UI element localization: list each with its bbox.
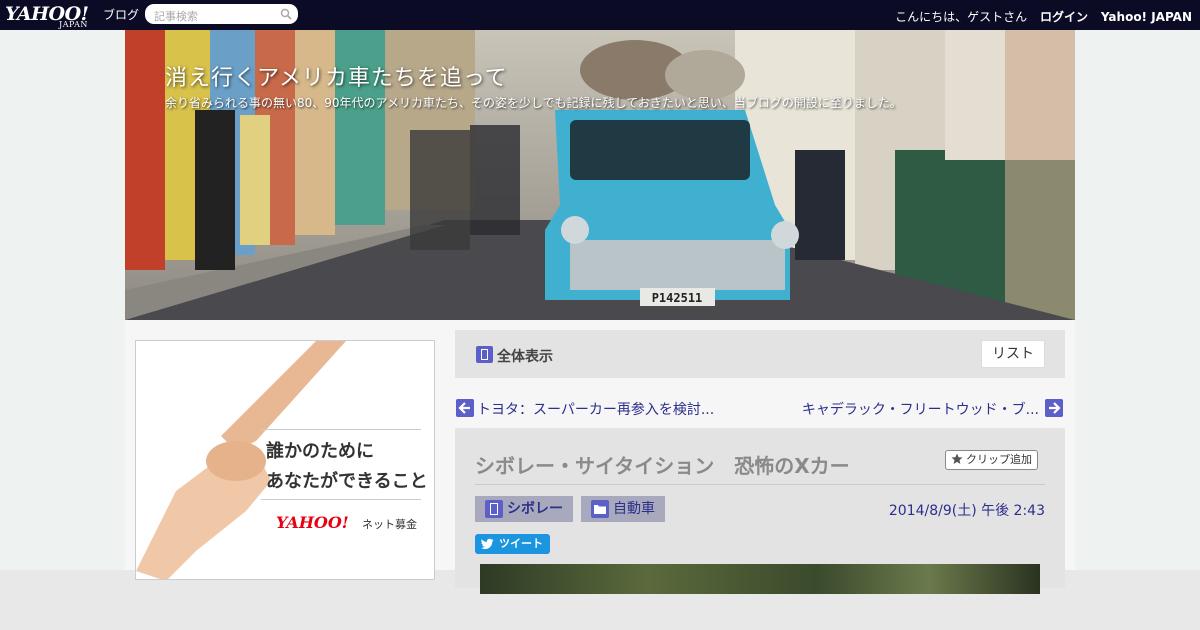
blog-description: 余り省みられる事の無い80、90年代のアメリカ車たち、その姿を少しでも記録に残し… [165, 96, 902, 110]
category-tag-label: 自動車 [613, 501, 655, 517]
divider [261, 499, 421, 500]
logo-blog-text: ブログ [103, 8, 140, 22]
book-icon [476, 346, 493, 363]
article-title[interactable]: シボレー・サイタイション 恐怖のXカー [475, 450, 850, 479]
clip-add-label: クリップ追加 [966, 453, 1032, 466]
tweet-button[interactable]: ツイート [475, 534, 550, 554]
search-icon[interactable] [280, 8, 292, 20]
top-navigation-bar: YAHOO! JAPAN ブログ 記事検索 こんにちは、ゲストさん ログイン Y… [0, 0, 1200, 30]
star-icon [951, 453, 963, 464]
category-tag-automobile[interactable]: 自動車 [581, 496, 665, 522]
logo-sub-text: JAPAN [59, 20, 88, 29]
yahoo-japan-link[interactable]: Yahoo! JAPAN [1101, 10, 1192, 24]
divider [475, 484, 1045, 485]
search-input[interactable]: 記事検索 [154, 8, 198, 24]
ad-headline-1: 誰かのために [266, 441, 374, 462]
article: シボレー・サイタイション 恐怖のXカー クリップ追加 シボレー 自動車 2014… [455, 428, 1065, 594]
next-post-link[interactable]: キャデラック・フリートウッド・ブ... [802, 399, 1039, 419]
guest-greeting: こんにちは、ゲストさん [895, 10, 1028, 24]
user-links: こんにちは、ゲストさん ログイン Yahoo! JAPAN [886, 8, 1192, 25]
blog-title[interactable]: 消え行くアメリカ車たちを追って [165, 60, 508, 92]
clip-add-button[interactable]: クリップ追加 [945, 450, 1038, 470]
folder-icon [591, 500, 609, 518]
post-navigation: トヨタ：スーパーカー再参入を検討... キャデラック・フリートウッド・ブ... [455, 398, 1065, 418]
charity-banner-ad[interactable]: 誰かのために あなたができること YAHOO! ネット募金 [135, 340, 435, 580]
view-all-label: 全体表示 [497, 349, 553, 365]
search-box[interactable]: 記事検索 [145, 4, 298, 24]
article-photo [480, 564, 1040, 594]
license-plate-text: P142511 [652, 291, 703, 305]
page-body: P142511 消え行くアメリカ車たちを追って 余り省みられる事の無い80、90… [0, 30, 1200, 594]
tweet-label: ツイート [499, 537, 543, 550]
category-tag-label: シボレー [507, 501, 563, 517]
post-date: 2014/8/9(土) 午後 2:43 [888, 503, 1045, 519]
content-area: 誰かのために あなたができること YAHOO! ネット募金 全体表示 リスト ト… [125, 320, 1075, 594]
list-button[interactable]: リスト [981, 340, 1045, 368]
ad-service-name: ネット募金 [362, 518, 417, 531]
category-tag-chevrolet[interactable]: シボレー [475, 496, 573, 522]
view-mode-bar: 全体表示 リスト [455, 330, 1065, 378]
arrow-right-icon[interactable] [1045, 399, 1063, 417]
twitter-bird-icon [481, 538, 494, 550]
blog-header-image: P142511 消え行くアメリカ車たちを追って 余り省みられる事の無い80、90… [125, 30, 1075, 320]
divider [261, 429, 421, 430]
arrow-left-icon[interactable] [456, 399, 474, 417]
yahoo-logo: YAHOO! [276, 513, 349, 532]
login-link[interactable]: ログイン [1040, 10, 1088, 24]
previous-post-link[interactable]: トヨタ：スーパーカー再参入を検討... [477, 399, 714, 419]
book-icon [485, 500, 503, 518]
ad-headline-2: あなたができること [266, 471, 428, 492]
yahoo-blog-logo[interactable]: YAHOO! JAPAN ブログ [5, 3, 139, 29]
